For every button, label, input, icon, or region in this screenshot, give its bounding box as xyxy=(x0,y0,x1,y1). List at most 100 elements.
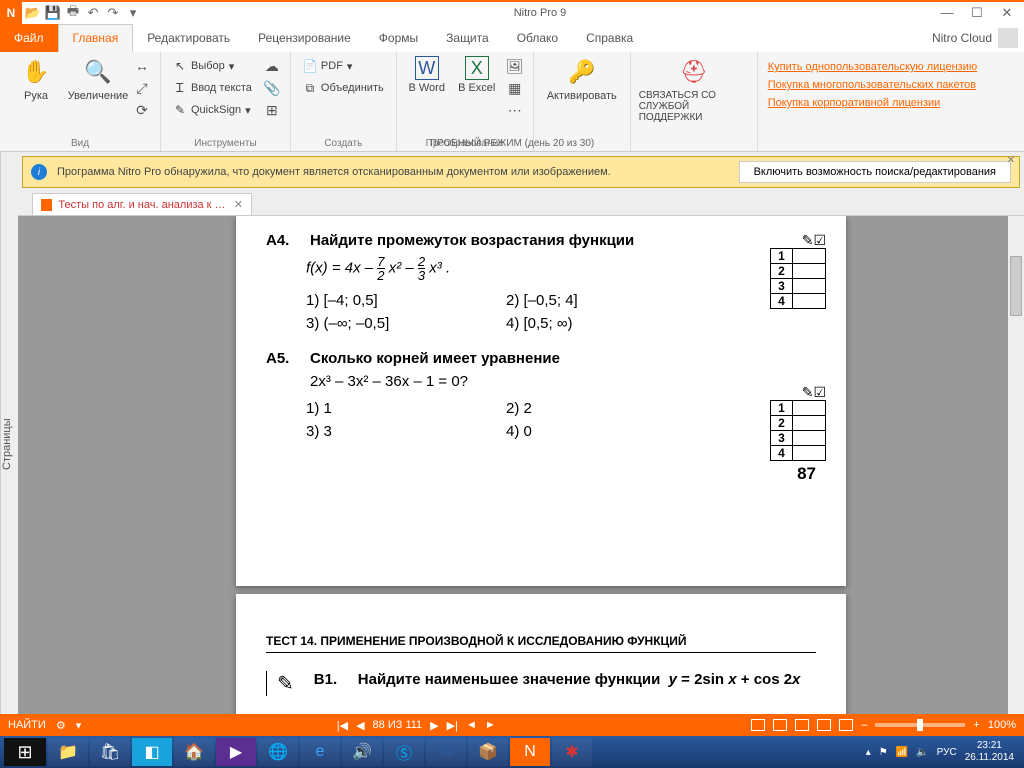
zoom-in-icon[interactable]: + xyxy=(973,719,979,731)
type-text-tool[interactable]: ᏆВвод текста xyxy=(169,78,256,98)
app-logo[interactable]: N xyxy=(0,2,22,24)
open-icon[interactable]: 📂 xyxy=(24,4,42,22)
page-indicator[interactable]: 88 ИЗ 111 xyxy=(373,719,423,731)
qat-more-icon[interactable]: ▾ xyxy=(124,4,142,22)
to-excel-button[interactable]: XВ Excel xyxy=(455,56,499,94)
work-area: Страницы i Программа Nitro Pro обнаружил… xyxy=(0,152,1024,736)
tray-clock[interactable]: 23:21 26.11.2014 xyxy=(965,740,1014,764)
tab-help[interactable]: Справка xyxy=(572,24,647,52)
store-icon[interactable]: 🛍 xyxy=(90,738,130,766)
redo-icon[interactable]: ↷ xyxy=(104,4,122,22)
forward-icon[interactable]: ► xyxy=(485,719,496,731)
tray-volume-icon[interactable]: 🔈 xyxy=(916,747,928,758)
undo-icon[interactable]: ↶ xyxy=(84,4,102,22)
to-other-icon[interactable]: ⋯ xyxy=(505,100,525,120)
tray-network-icon[interactable]: 📶 xyxy=(896,747,908,758)
to-pdf-button[interactable]: 📄PDF ▾ xyxy=(299,56,388,76)
ribbon: ✋Рука 🔍Увеличение ↔ ⤢ ⟳ Вид ↖Выбор ▾ ᏆВв… xyxy=(0,52,1024,152)
infobar-close-icon[interactable]: ✕ xyxy=(1007,155,1015,166)
explorer-icon[interactable]: 📁 xyxy=(48,738,88,766)
zoom-slider[interactable] xyxy=(875,723,965,727)
word-icon[interactable]: W xyxy=(426,738,466,766)
back-icon[interactable]: ◄ xyxy=(466,719,477,731)
view-cont-icon[interactable] xyxy=(773,719,787,731)
maximize-button[interactable]: ☐ xyxy=(968,5,986,21)
fit-page-icon[interactable]: ⤢ xyxy=(132,78,152,98)
enable-ocr-button[interactable]: Включить возможность поиска/редактирован… xyxy=(739,161,1011,183)
view-facing-icon[interactable] xyxy=(795,719,809,731)
fit-width-icon[interactable]: ↔ xyxy=(132,56,152,76)
quicksign-tool[interactable]: ✎QuickSign ▾ xyxy=(169,100,256,120)
to-word-button[interactable]: WВ Word xyxy=(405,56,449,94)
tab-review[interactable]: Рецензирование xyxy=(244,24,365,52)
sound-icon[interactable]: 🔊 xyxy=(342,738,382,766)
document-tab[interactable]: Тесты по алг. и нач. анализа к Ко... ✕ xyxy=(32,193,252,215)
document-canvas[interactable]: ✎☑ 1 2 3 4 A4.Найдите промежуток возраст… xyxy=(18,216,1024,736)
hand-tool[interactable]: ✋Рука xyxy=(8,56,64,102)
buy-multi-link[interactable]: Покупка многопользовательских пакетов xyxy=(768,76,977,94)
media-icon[interactable]: ▶ xyxy=(216,738,256,766)
support-button[interactable]: ⛑СВЯЗАТЬСЯ СО СЛУЖБОЙ ПОДДЕРЖКИ xyxy=(639,56,749,123)
tab-home[interactable]: Главная xyxy=(58,24,134,52)
tray-up-icon[interactable]: ▴ xyxy=(866,747,871,758)
app2-icon[interactable]: 🏠 xyxy=(174,738,214,766)
tab-edit[interactable]: Редактировать xyxy=(133,24,244,52)
minimize-button[interactable]: — xyxy=(938,5,956,21)
nitro-cloud[interactable]: Nitro Cloud xyxy=(932,28,1024,48)
buy-single-link[interactable]: Купить однопользовательскую лицензию xyxy=(768,58,977,76)
quick-access-toolbar: N 📂 💾 🖶 ↶ ↷ ▾ xyxy=(0,2,142,24)
zoom-tool[interactable]: 🔍Увеличение xyxy=(70,56,126,102)
vertical-scrollbar[interactable] xyxy=(1008,216,1024,736)
tray-action-icon[interactable]: ⚑ xyxy=(879,747,888,758)
chrome-icon[interactable]: 🌐 xyxy=(258,738,298,766)
tab-forms[interactable]: Формы xyxy=(365,24,432,52)
winrar-icon[interactable]: 📦 xyxy=(468,738,508,766)
document-tabs: Тесты по алг. и нач. анализа к Ко... ✕ xyxy=(18,192,1024,216)
system-tray: ▴ ⚑ 📶 🔈 РУС 23:21 26.11.2014 xyxy=(866,740,1020,764)
file-menu[interactable]: Файл xyxy=(0,24,58,52)
zoom-out-icon[interactable]: – xyxy=(861,719,867,731)
skype-icon[interactable]: Ⓢ xyxy=(384,738,424,766)
attach-icon[interactable]: 📎 xyxy=(262,78,282,98)
pages-panel-tab[interactable]: Страницы xyxy=(0,152,18,736)
ribbon-tabs: Файл Главная Редактировать Рецензировани… xyxy=(0,24,1024,52)
select-tool[interactable]: ↖Выбор ▾ xyxy=(169,56,256,76)
tray-lang[interactable]: РУС xyxy=(937,747,957,758)
windows-taskbar: ⊞ 📁 🛍 ◧ 🏠 ▶ 🌐 e 🔊 Ⓢ W 📦 N ✱ ▴ ⚑ 📶 🔈 РУС … xyxy=(0,736,1024,768)
view-full-icon[interactable] xyxy=(839,719,853,731)
prev-page-icon[interactable]: ◀ xyxy=(356,719,364,732)
tab-protect[interactable]: Защита xyxy=(432,24,503,52)
ie-icon[interactable]: e xyxy=(300,738,340,766)
first-page-icon[interactable]: |◀ xyxy=(337,719,348,732)
find-button[interactable]: НАЙТИ xyxy=(8,719,46,731)
purchase-links: Купить однопользовательскую лицензию Пок… xyxy=(758,52,987,151)
settings-icon[interactable]: ⚙ xyxy=(56,719,66,732)
view-cont-facing-icon[interactable] xyxy=(817,719,831,731)
pdf-icon xyxy=(41,199,52,211)
title-bar: N 📂 💾 🖶 ↶ ↷ ▾ Nitro Pro 9 — ☐ ✕ xyxy=(0,0,1024,24)
tab-cloud[interactable]: Облако xyxy=(503,24,572,52)
to-image-icon[interactable]: 🖼 xyxy=(505,56,525,76)
dropdown-icon[interactable]: ▾ xyxy=(76,719,82,732)
status-bar: НАЙТИ ⚙ ▾ |◀ ◀ 88 ИЗ 111 ▶ ▶| ◄ ► – + 10… xyxy=(0,714,1024,736)
to-ppt-icon[interactable]: ▦ xyxy=(505,78,525,98)
combine-button[interactable]: ⧉Объединить xyxy=(299,78,388,98)
view-single-icon[interactable] xyxy=(751,719,765,731)
app3-icon[interactable]: ✱ xyxy=(552,738,592,766)
start-button[interactable]: ⊞ xyxy=(4,738,46,766)
print-icon[interactable]: 🖶 xyxy=(64,4,82,22)
rotate-icon[interactable]: ⟳ xyxy=(132,100,152,120)
buy-corp-link[interactable]: Покупка корпоративной лицензии xyxy=(768,94,977,112)
activate-button[interactable]: 🔑Активировать xyxy=(542,56,622,102)
avatar-icon xyxy=(998,28,1018,48)
cloud-icon[interactable]: ☁ xyxy=(262,56,282,76)
nitro-taskbar-icon[interactable]: N xyxy=(510,738,550,766)
save-icon[interactable]: 💾 xyxy=(44,4,62,22)
next-page-icon[interactable]: ▶ xyxy=(430,719,438,732)
close-button[interactable]: ✕ xyxy=(998,5,1016,21)
app1-icon[interactable]: ◧ xyxy=(132,738,172,766)
tab-close-icon[interactable]: ✕ xyxy=(234,198,243,211)
stamp-icon[interactable]: ⊞ xyxy=(262,100,282,120)
zoom-level[interactable]: 100% xyxy=(988,719,1016,731)
last-page-icon[interactable]: ▶| xyxy=(447,719,458,732)
